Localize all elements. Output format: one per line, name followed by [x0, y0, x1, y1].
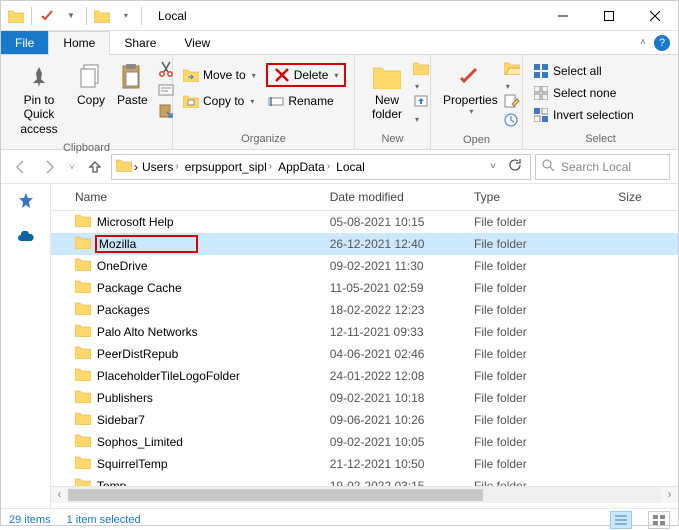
folder-icon [75, 213, 93, 231]
window-title: Local [148, 9, 187, 23]
table-row[interactable]: Palo Alto Networks12-11-2021 09:33File f… [51, 321, 678, 343]
scrollbar-horizontal[interactable] [68, 487, 661, 503]
search-icon [542, 159, 555, 175]
folder-icon [75, 345, 93, 363]
maximize-button[interactable] [586, 1, 632, 31]
paste-button[interactable]: Paste [111, 59, 154, 109]
select-all-icon [533, 63, 549, 79]
folder-icon [7, 7, 25, 25]
select-none-button[interactable]: Select none [529, 83, 620, 103]
copy-button[interactable]: Copy [71, 59, 111, 109]
up-button[interactable] [83, 155, 107, 179]
move-to-icon [183, 67, 199, 83]
qat-customize-icon[interactable]: ▾ [117, 7, 135, 25]
table-row[interactable]: Microsoft Help05-08-2021 10:15File folde… [51, 211, 678, 233]
ribbon-group-organize: Organize [173, 133, 354, 149]
easy-access-icon[interactable]: ▾ [413, 94, 429, 125]
back-button[interactable] [9, 155, 33, 179]
close-button[interactable] [632, 1, 678, 31]
invert-selection-button[interactable]: Invert selection [529, 105, 638, 125]
tab-view[interactable]: View [170, 31, 224, 54]
new-folder-button[interactable]: New folder [361, 59, 413, 124]
ribbon-group-open: Open [431, 134, 522, 149]
folder-icon [75, 323, 93, 341]
ribbon-group-new: New [355, 133, 430, 149]
folder-icon [75, 367, 93, 385]
folder-icon [75, 455, 93, 473]
address-bar[interactable]: › Users› erpsupport_sipl› AppData› Local… [111, 154, 531, 180]
table-row[interactable]: SquirrelTemp21-12-2021 10:50File folder [51, 453, 678, 475]
help-icon[interactable]: ? [654, 35, 670, 51]
select-none-icon [533, 85, 549, 101]
quick-access-icon[interactable] [17, 192, 35, 213]
forward-button[interactable] [37, 155, 61, 179]
table-row[interactable]: OneDrive09-02-2021 11:30File folder [51, 255, 678, 277]
copy-path-icon[interactable] [158, 82, 174, 101]
breadcrumb[interactable]: Users› [140, 160, 181, 174]
column-header-size[interactable]: Size [618, 190, 678, 204]
column-header-name[interactable]: Name [75, 190, 330, 204]
edit-icon[interactable] [504, 94, 520, 111]
new-item-icon[interactable]: ▾ [413, 61, 429, 92]
tab-home[interactable]: Home [48, 31, 110, 54]
cut-icon[interactable] [158, 61, 174, 80]
pin-to-quick-access-button[interactable]: Pin to Quick access [7, 59, 71, 138]
delete-icon [274, 67, 290, 83]
folder-icon [75, 433, 93, 451]
move-to-button[interactable]: Move to▾ [179, 63, 260, 87]
folder-icon [116, 158, 132, 175]
table-row[interactable]: Package Cache11-05-2021 02:59File folder [51, 277, 678, 299]
breadcrumb[interactable]: erpsupport_sipl› [183, 160, 274, 174]
folder-icon [75, 279, 93, 297]
refresh-icon[interactable] [504, 158, 526, 175]
folder-icon [93, 7, 111, 25]
breadcrumb[interactable]: Local [334, 160, 367, 174]
status-selected: 1 item selected [67, 514, 141, 526]
paste-shortcut-icon[interactable] [158, 103, 174, 122]
table-row[interactable]: Sidebar709-06-2021 10:26File folder [51, 409, 678, 431]
open-icon[interactable]: ▾ [504, 61, 520, 92]
folder-icon [75, 301, 93, 319]
address-dropdown-icon[interactable]: ˅ [484, 161, 502, 172]
minimize-button[interactable] [540, 1, 586, 31]
file-list[interactable]: Name Date modified Type Size Microsoft H… [51, 184, 678, 508]
table-row[interactable]: Mozilla26-12-2021 12:40File folder [51, 233, 678, 255]
ribbon-collapse-icon[interactable]: ˄ [640, 37, 646, 48]
folder-icon [75, 411, 93, 429]
status-item-count: 29 items [9, 514, 51, 526]
table-row[interactable]: PeerDistRepub04-06-2021 02:46File folder [51, 343, 678, 365]
invert-selection-icon [533, 107, 549, 123]
table-row[interactable]: Sophos_Limited09-02-2021 10:05File folde… [51, 431, 678, 453]
table-row[interactable]: PlaceholderTileLogoFolder24-01-2022 12:0… [51, 365, 678, 387]
tab-file[interactable]: File [1, 31, 48, 54]
scroll-left-button[interactable]: ‹ [51, 487, 68, 503]
ribbon-group-clipboard: Clipboard [1, 142, 172, 154]
delete-button[interactable]: Delete▾ [266, 63, 347, 87]
folder-icon [75, 235, 93, 253]
column-header-date[interactable]: Date modified [330, 190, 474, 204]
column-header-type[interactable]: Type [474, 190, 618, 204]
scroll-right-button[interactable]: › [661, 487, 678, 503]
rename-icon [268, 93, 284, 109]
tab-share[interactable]: Share [110, 31, 170, 54]
ribbon-group-select: Select [523, 133, 678, 149]
onedrive-icon[interactable] [17, 231, 35, 246]
select-all-button[interactable]: Select all [529, 61, 606, 81]
navigation-pane[interactable] [1, 184, 51, 508]
qat-properties-icon[interactable] [38, 7, 56, 25]
copy-to-icon [183, 93, 199, 109]
breadcrumb[interactable]: AppData› [276, 160, 332, 174]
qat-dropdown-icon[interactable]: ▼ [62, 7, 80, 25]
table-row[interactable]: Packages18-02-2022 12:23File folder [51, 299, 678, 321]
copy-to-button[interactable]: Copy to▾ [179, 91, 258, 111]
table-row[interactable]: Publishers09-02-2021 10:18File folder [51, 387, 678, 409]
history-icon[interactable] [504, 113, 520, 130]
rename-button[interactable]: Rename [264, 91, 337, 111]
folder-icon [75, 389, 93, 407]
properties-button[interactable]: Properties ▾ [437, 59, 504, 119]
search-input[interactable]: Search Local [535, 154, 670, 180]
recent-button[interactable]: ˅ [65, 155, 79, 179]
folder-icon [75, 257, 93, 275]
